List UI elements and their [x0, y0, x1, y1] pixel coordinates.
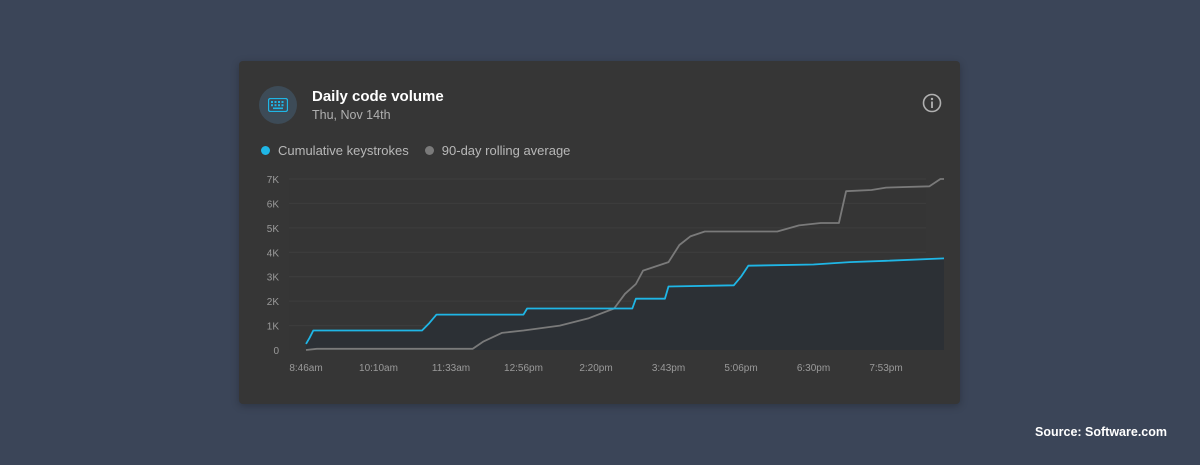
x-tick-label: 10:10am: [359, 363, 398, 374]
x-tick-label: 8:46am: [289, 363, 322, 374]
x-tick-label: 5:06pm: [724, 363, 757, 374]
source-credit: Source: Software.com: [1035, 425, 1167, 439]
y-tick-label: 3K: [267, 273, 280, 284]
y-tick-label: 6K: [267, 199, 280, 210]
line-chart: 0 1K 2K 3K 4K 5K 6K 7K 8:46am 10:10am 11:33am 12:56…: [267, 175, 945, 374]
x-tick-label: 7:53pm: [869, 363, 902, 374]
x-tick-label: 11:33am: [432, 363, 470, 374]
y-tick-label: 1K: [267, 322, 280, 333]
y-tick-label: 4K: [267, 248, 280, 259]
x-tick-label: 2:20pm: [579, 363, 612, 374]
x-tick-label: 12:56pm: [504, 363, 543, 374]
y-tick-label: 7K: [267, 175, 280, 186]
x-tick-label: 6:30pm: [797, 363, 830, 374]
chart-card: Daily code volume Thu, Nov 14th Cumulati…: [239, 61, 960, 404]
x-tick-label: 3:43pm: [652, 363, 685, 374]
y-tick-label: 5K: [267, 224, 280, 235]
y-tick-label: 0: [273, 346, 279, 357]
y-tick-label: 2K: [267, 297, 280, 308]
